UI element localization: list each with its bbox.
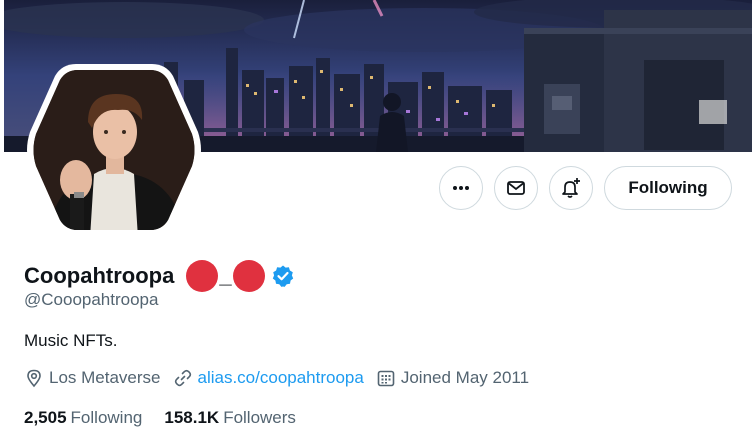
notifications-button[interactable] (549, 166, 593, 210)
more-options-button[interactable] (439, 166, 483, 210)
followers-count: 158.1K (164, 408, 220, 427)
followers-stat-label: Followers (223, 408, 296, 427)
profile-stats: 2,505 Following 158.1K Followers (24, 408, 318, 428)
following-stat-label: Following (70, 408, 143, 427)
following-button[interactable]: Following (604, 166, 732, 210)
message-button[interactable] (494, 166, 538, 210)
profile-meta: Los Metaverse alias.co/coopahtroopa Join… (24, 368, 541, 388)
profile-page: Following Coopahtroopa _ @Cooopahtroopa … (4, 0, 752, 436)
more-horizontal-icon (453, 186, 469, 190)
red-circle-emoji-icon (186, 260, 219, 292)
link-icon (174, 369, 191, 387)
location-pin-icon (27, 369, 41, 388)
display-name: Coopahtroopa (24, 263, 175, 288)
bell-plus-icon (562, 178, 580, 198)
website-link[interactable]: alias.co/coopahtroopa (198, 368, 364, 388)
following-stat[interactable]: 2,505 Following (24, 408, 142, 428)
followers-stat[interactable]: 158.1K Followers (164, 408, 296, 428)
profile-handle: @Cooopahtroopa (24, 290, 159, 309)
joined-text: Joined May 2011 (400, 368, 530, 387)
red-circle-emoji-icon (232, 260, 265, 292)
website-item: alias.co/coopahtroopa (173, 368, 364, 388)
profile-bio: Music NFTs. (24, 331, 118, 350)
verified-badge-icon[interactable] (271, 264, 295, 288)
calendar-icon (377, 370, 395, 387)
location-text: Los Metaverse (49, 368, 161, 387)
following-count: 2,505 (24, 408, 67, 427)
location-item: Los Metaverse (24, 368, 161, 388)
joined-item: Joined May 2011 (376, 368, 529, 388)
envelope-icon (507, 181, 525, 195)
avatar-image (27, 64, 201, 236)
display-name-row: Coopahtroopa _ (24, 260, 295, 292)
name-separator: _ (219, 263, 232, 288)
profile-avatar[interactable] (26, 62, 202, 238)
